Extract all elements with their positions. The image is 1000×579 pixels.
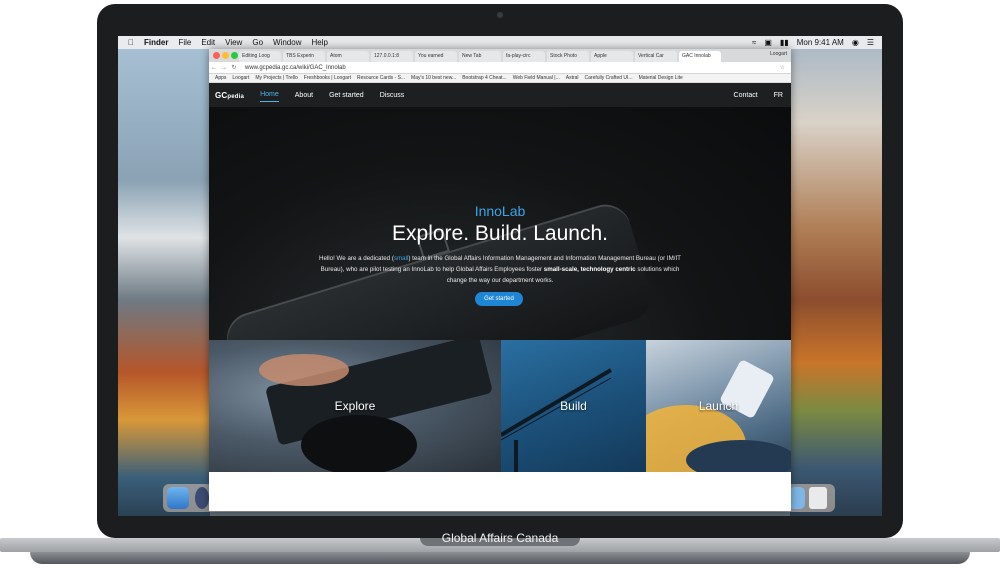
site-logo[interactable]: GCpedia (215, 91, 244, 100)
get-started-button[interactable]: Get started (475, 292, 523, 306)
tab-bar: Editing Loog TBS Experin Atom 127.0.0.1:… (209, 49, 791, 62)
card-launch[interactable]: Launch (646, 340, 791, 472)
wallpaper-left (118, 36, 210, 516)
wifi-icon[interactable]: ≈ (752, 38, 756, 47)
bookmark-item[interactable]: Loogart (232, 75, 249, 81)
reload-icon[interactable]: ↻ (229, 64, 239, 71)
menu-edit[interactable]: Edit (201, 38, 215, 47)
bookmark-item[interactable]: Material Design Lite (639, 75, 683, 81)
bookmarks-bar: Apps Loogart My Projects | Trello Freshb… (209, 74, 791, 83)
bookmark-item[interactable]: My Projects | Trello (255, 75, 297, 81)
tab[interactable]: Atom (327, 51, 369, 62)
logo-subtext: pedia (227, 93, 245, 100)
tabs: Editing Loog TBS Experin Atom 127.0.0.1:… (237, 51, 721, 62)
tab[interactable]: Editing Loog (239, 51, 281, 62)
page-content-area (209, 472, 791, 511)
hero-desc-part: Hello! We are a dedicated ( (319, 255, 394, 262)
card-build[interactable]: Build (501, 340, 646, 472)
nav-right: Contact FR (734, 92, 791, 99)
nav-get-started[interactable]: Get started (329, 89, 364, 102)
forward-icon[interactable]: → (219, 65, 229, 71)
trash-icon[interactable] (809, 487, 827, 509)
hero-eyebrow: InnoLab (474, 203, 526, 219)
browser-window: Editing Loog TBS Experin Atom 127.0.0.1:… (209, 49, 791, 511)
nav-discuss[interactable]: Discuss (380, 89, 405, 102)
bookmark-item[interactable]: Carefully Crafted UI... (585, 75, 633, 81)
siri-icon[interactable]: ◉ (852, 38, 859, 47)
menu-go[interactable]: Go (252, 38, 263, 47)
card-explore-label: Explore (334, 399, 376, 413)
nav-contact[interactable]: Contact (734, 92, 758, 99)
menu-file[interactable]: File (178, 38, 191, 47)
hero-title: Explore. Build. Launch. (392, 222, 608, 245)
hero-description: Hello! We are a dedicated (small) team i… (313, 253, 687, 286)
close-window-icon[interactable] (213, 52, 220, 59)
tab[interactable]: fa-play-circ (503, 51, 545, 62)
macos-menubar:  Finder File Edit View Go Window Help ≈… (118, 36, 882, 49)
menu-app-name[interactable]: Finder (144, 38, 168, 47)
tab[interactable]: Vertical Car (635, 51, 677, 62)
card-explore[interactable]: Explore (209, 340, 501, 472)
menu-window[interactable]: Window (273, 38, 301, 47)
bookmark-item[interactable]: Web Field Manual |... (513, 75, 560, 81)
nav-home[interactable]: Home (260, 88, 279, 102)
wallpaper-right (790, 36, 882, 516)
bookmark-item[interactable]: May's 10 best new... (411, 75, 456, 81)
bookmark-item[interactable]: Resource Cards - S... (357, 75, 405, 81)
bookmark-item[interactable]: Astral (566, 75, 579, 81)
card-build-label: Build (560, 399, 587, 413)
device-brand-label: Global Affairs Canada (441, 531, 559, 545)
tab[interactable]: Stock Photo (547, 51, 589, 62)
hero-section: InnoLab Explore. Build. Launch. Hello! W… (209, 107, 791, 340)
siri-dock-icon[interactable] (195, 487, 209, 509)
bookmark-item[interactable]: Bootstrap 4 Cheat... (462, 75, 506, 81)
url-field[interactable]: www.gcpedia.gc.ca/wiki/GAC_Innolab (245, 65, 346, 71)
tab-active[interactable]: GAC Innolab (679, 51, 721, 62)
menu-view[interactable]: View (225, 38, 242, 47)
logo-text: GC (215, 90, 228, 100)
finder-icon[interactable] (167, 487, 189, 509)
browser-profile[interactable]: Loogart (770, 51, 787, 57)
battery-icon[interactable]: ▮▮ (780, 38, 789, 47)
nav-about[interactable]: About (295, 89, 313, 102)
bookmark-item[interactable]: Apps (215, 75, 226, 81)
menu-help[interactable]: Help (311, 38, 327, 47)
back-icon[interactable]: ← (209, 65, 219, 71)
hero-desc-highlight: small (393, 255, 409, 262)
tab[interactable]: You earned (415, 51, 457, 62)
feature-cards: Explore Build Launch (209, 340, 791, 472)
apple-icon[interactable]:  (128, 38, 134, 47)
tab[interactable]: New Tab (459, 51, 501, 62)
tab[interactable]: Apple (591, 51, 633, 62)
minimize-window-icon[interactable] (222, 52, 229, 59)
downloads-folder-icon[interactable] (789, 487, 805, 509)
notification-center-icon[interactable]: ☰ (867, 38, 874, 47)
nav-language-toggle[interactable]: FR (774, 92, 783, 99)
tab[interactable]: TBS Experin (283, 51, 325, 62)
menubar-clock[interactable]: Mon 9:41 AM (797, 38, 844, 47)
site-navbar: GCpedia Home About Get started Discuss C… (209, 83, 791, 107)
laptop-base-bottom (30, 552, 970, 564)
hero-desc-bold: small-scale, technology centric (543, 266, 636, 273)
airplay-icon[interactable]: ▣ (764, 38, 772, 47)
address-bar: ← → ↻ www.gcpedia.gc.ca/wiki/GAC_Innolab… (209, 62, 791, 74)
camera-dot (497, 12, 503, 18)
bookmark-item[interactable]: Freshbooks | Loogart (304, 75, 351, 81)
card-launch-label: Launch (698, 399, 739, 413)
tab[interactable]: 127.0.0.1:8 (371, 51, 413, 62)
screen:  Finder File Edit View Go Window Help ≈… (118, 36, 882, 516)
star-icon[interactable]: ☆ (780, 64, 785, 71)
